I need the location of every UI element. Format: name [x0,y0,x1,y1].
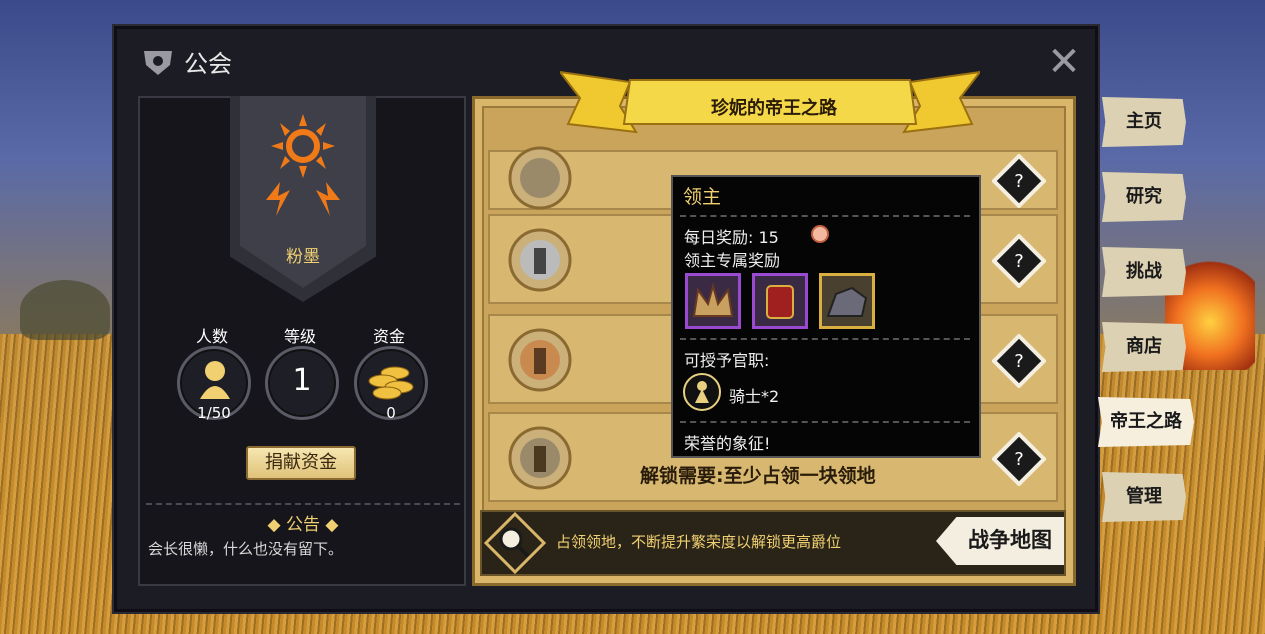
knight-icon [683,373,721,411]
unlock-requirement-text: 解锁需要:至少占领一块领地 [640,465,876,487]
divider [146,503,460,505]
tab-shop[interactable]: 商店 [1102,322,1186,372]
member-icon [200,361,230,399]
guild-emblem-icon [144,50,172,75]
magnifier-icon [484,512,546,574]
tab-emperor-road[interactable]: 帝王之路 [1098,397,1194,447]
helmet-medal-icon [508,328,572,392]
ribbon-title: 珍妮的帝王之路 [711,98,837,119]
tooltip-exclusive-reward: 领主专属奖励 [684,251,781,270]
hint-diamond-icon[interactable]: ? [992,432,1046,486]
tip-text: 占领领地，不断提升繁荣度以解锁更高爵位 [556,533,842,551]
reward-coin-icon [811,225,829,243]
tooltip-divider [680,421,970,423]
tab-research[interactable]: 研究 [1102,172,1186,222]
tab-manage[interactable]: 管理 [1102,472,1186,522]
svg-text:?: ? [1014,171,1024,192]
tooltip-title: 领主 [683,186,722,208]
stat-label-level: 等级 [283,327,316,346]
tab-home[interactable]: 主页 [1102,97,1186,147]
sun-emblem-icon [266,114,340,216]
hint-diamond-icon[interactable]: ? [992,154,1046,208]
hint-diamond-icon[interactable]: ? [992,334,1046,388]
armor-icon [766,285,794,319]
war-map-button[interactable]: 战争地图 [936,517,1064,565]
tooltip-grant-value: 骑士*2 [729,387,780,406]
stat-value-members: 1/50 [197,404,231,422]
svg-text:?: ? [1014,449,1024,470]
donate-funds-button[interactable]: 捐献资金 [246,446,356,480]
helmet-medal-icon [508,228,572,292]
helmet-medal-icon [508,146,572,210]
reward-item-crown[interactable] [685,273,741,329]
stat-label-members: 人数 [195,327,228,346]
notice-title: ◆ 公告 ◆ [267,515,339,535]
svg-text:?: ? [1014,251,1024,272]
stat-value-level: 1 [292,363,312,398]
reward-item-armor[interactable] [752,273,808,329]
tooltip-honor-text: 荣誉的象征! [684,434,771,453]
window-title: 公会 [184,50,232,78]
tooltip-divider [680,215,970,217]
tooltip-grant-label: 可授予官职: [684,351,770,370]
hint-diamond-icon[interactable]: ? [992,234,1046,288]
guild-name: 粉墨 [286,247,320,267]
close-button[interactable]: ✕ [1044,42,1084,82]
notice-text: 会长很懒，什么也没有留下。 [148,540,344,558]
stat-level: 1 [265,346,339,420]
svg-text:?: ? [1014,351,1024,372]
crown-icon [692,282,734,317]
gold-coins-icon [368,366,414,400]
background-tree [20,280,110,340]
window-title-bar: 公会 [140,44,232,79]
tab-challenge[interactable]: 挑战 [1102,247,1186,297]
helmet-medal-icon [508,426,572,490]
tooltip-daily-reward: 每日奖励: 15 [684,228,779,247]
tooltip-divider [680,338,970,340]
stat-value-funds: 0 [386,404,396,422]
mount-icon [826,286,868,317]
reward-item-mount[interactable] [819,273,875,329]
stat-label-funds: 资金 [372,327,405,346]
